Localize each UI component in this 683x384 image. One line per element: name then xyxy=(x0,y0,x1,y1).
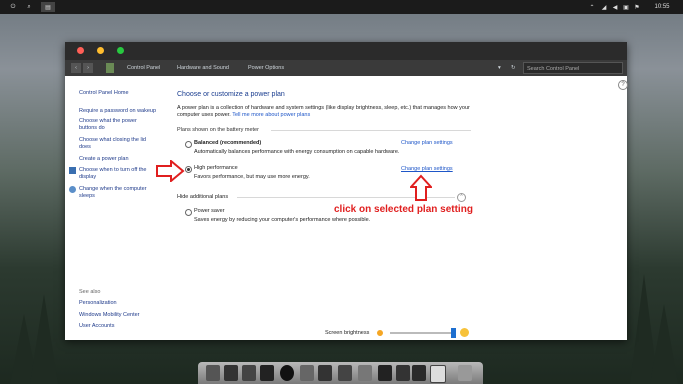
sidebar-home[interactable]: Control Panel Home xyxy=(79,90,161,97)
sidebar-mobility-center[interactable]: Windows Mobility Center xyxy=(79,312,161,319)
notification-icon[interactable]: ▣ xyxy=(622,2,630,12)
plan-name-power-saver: Power saver xyxy=(194,208,225,214)
sidebar-item-display-off[interactable]: Choose when to turn off the display xyxy=(79,167,159,181)
tree-bg xyxy=(30,294,58,384)
close-button[interactable] xyxy=(77,47,84,54)
dock-globe-icon[interactable] xyxy=(280,365,294,381)
radio-balanced[interactable] xyxy=(185,141,192,148)
dock-app-icon[interactable] xyxy=(430,365,446,383)
power-options-window: ‹ › Control Panel Hardware and Sound Pow… xyxy=(65,42,628,340)
dock-app-icon[interactable] xyxy=(396,365,410,381)
dock-app-icon[interactable] xyxy=(224,365,238,381)
plan-name-high-performance: High performance xyxy=(194,165,238,171)
up-arrow-icon[interactable]: ⌃ xyxy=(588,2,596,12)
dock-app-icon[interactable] xyxy=(318,365,332,381)
sidebar: Control Panel Home Require a password on… xyxy=(65,76,165,340)
dock xyxy=(198,362,483,384)
collapse-icon[interactable]: ⌃ xyxy=(457,193,466,202)
brightness-slider[interactable] xyxy=(390,328,456,338)
top-menu-bar: ⏻ ⌕ ▤ ⌃ ◢ ◀ ▣ ⚑ 10:55 xyxy=(0,0,683,14)
annotation-text: click on selected plan setting xyxy=(334,204,473,215)
back-button[interactable]: ‹ xyxy=(71,63,81,73)
sidebar-item-lid[interactable]: Choose what closing the lid does xyxy=(79,137,155,151)
sidebar-personalization[interactable]: Personalization xyxy=(79,300,161,307)
refresh-icon[interactable]: ↻ xyxy=(511,63,516,73)
clock[interactable]: 10:55 xyxy=(650,2,674,12)
dock-app-icon[interactable] xyxy=(358,365,372,381)
breadcrumb-power-options[interactable]: Power Options xyxy=(248,63,284,73)
power-icon[interactable]: ⏻ xyxy=(8,2,18,12)
dim-sun-icon xyxy=(377,330,383,336)
left-arrow-annotation xyxy=(156,160,185,182)
plan-desc-balanced: Automatically balances performance with … xyxy=(194,149,400,155)
group-label: Plans shown on the battery meter xyxy=(177,127,259,133)
divider xyxy=(271,130,471,131)
forward-button[interactable]: › xyxy=(83,63,93,73)
page-title: Choose or customize a power plan xyxy=(177,91,285,98)
dock-app-icon[interactable] xyxy=(300,365,314,381)
plan-desc-power-saver: Saves energy by reducing your computer's… xyxy=(194,217,371,223)
sidebar-item-power-buttons[interactable]: Choose what the power buttons do xyxy=(79,118,149,132)
title-bar xyxy=(65,42,627,60)
help-icon[interactable]: ? xyxy=(618,80,628,90)
display-icon xyxy=(69,167,76,174)
brightness-label: Screen brightness xyxy=(325,330,370,336)
sidebar-user-accounts[interactable]: User Accounts xyxy=(79,323,161,330)
maximize-button[interactable] xyxy=(117,47,124,54)
up-arrow-annotation xyxy=(410,174,432,201)
search-icon[interactable]: ⌕ xyxy=(24,2,34,12)
bright-sun-icon xyxy=(460,328,469,337)
brightness-thumb[interactable] xyxy=(450,328,456,338)
control-panel-icon xyxy=(106,63,114,73)
tree-bg xyxy=(650,304,678,384)
dock-app-icon[interactable] xyxy=(412,365,426,381)
trash-icon[interactable] xyxy=(458,365,472,381)
address-bar: ‹ › Control Panel Hardware and Sound Pow… xyxy=(65,60,627,76)
action-center-icon[interactable]: ⚑ xyxy=(633,2,641,12)
window-list-icon[interactable]: ▤ xyxy=(41,2,55,12)
sleep-icon xyxy=(69,186,76,193)
see-also-header: See also xyxy=(79,289,101,295)
breadcrumb-hardware-and-sound[interactable]: Hardware and Sound xyxy=(177,63,229,73)
change-plan-settings-balanced[interactable]: Change plan settings xyxy=(401,140,453,147)
dropdown-arrow-icon[interactable]: ▾ xyxy=(498,63,501,73)
breadcrumb-control-panel[interactable]: Control Panel xyxy=(127,63,160,73)
hide-plans-label: Hide additional plans xyxy=(177,194,229,200)
sidebar-item-create-plan[interactable]: Create a power plan xyxy=(79,156,161,163)
dock-app-icon[interactable] xyxy=(338,365,352,381)
intro-text: A power plan is a collection of hardware… xyxy=(177,105,470,118)
radio-power-saver[interactable] xyxy=(185,209,192,216)
dock-app-icon[interactable] xyxy=(242,365,256,381)
minimize-button[interactable] xyxy=(97,47,104,54)
sidebar-item-sleep[interactable]: Change when the computer sleeps xyxy=(79,186,159,200)
volume-icon[interactable]: ◀ xyxy=(611,2,619,12)
dock-app-icon[interactable] xyxy=(260,365,274,381)
dock-app-icon[interactable] xyxy=(378,365,392,381)
sidebar-item-password[interactable]: Require a password on wakeup xyxy=(79,108,161,115)
dock-app-icon[interactable] xyxy=(206,365,220,381)
network-icon[interactable]: ◢ xyxy=(600,2,608,12)
tell-me-more-link[interactable]: Tell me more about power plans xyxy=(232,112,310,118)
plan-name-balanced: Balanced (recommended) xyxy=(194,140,262,146)
search-input[interactable]: Search Control Panel xyxy=(523,62,623,74)
plan-desc-high-performance: Favors performance, but may use more ene… xyxy=(194,174,310,180)
change-plan-settings-high-performance[interactable]: Change plan settings xyxy=(401,166,453,173)
radio-high-performance[interactable] xyxy=(185,166,192,173)
